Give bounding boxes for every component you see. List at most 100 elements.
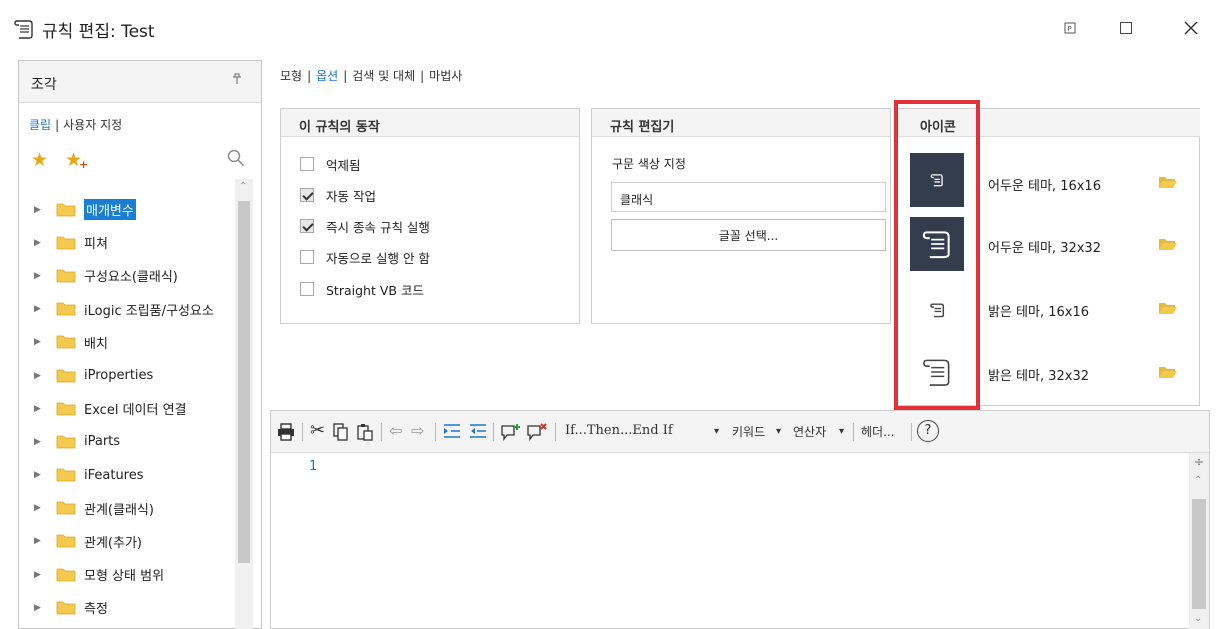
expand-arrow-icon[interactable]: ▶ — [34, 205, 46, 215]
behavior-option-label: 즉시 종속 규칙 실행 — [326, 219, 430, 235]
tree-item[interactable]: ▶ 관계(추가) — [19, 525, 235, 558]
if-then-snippet-button[interactable]: If...Then...End If — [565, 423, 673, 438]
folder-icon — [56, 568, 76, 582]
line-number: 1 — [309, 459, 318, 474]
checkbox[interactable] — [300, 219, 314, 233]
tab-custom[interactable]: 사용자 지정 — [63, 118, 122, 132]
tree-item[interactable]: ▶ 관계(클래식) — [19, 492, 235, 525]
tree-item[interactable]: ▶ 모형 상태 범위 — [19, 558, 235, 591]
paste-icon[interactable] — [357, 423, 373, 441]
maximize-button[interactable] — [1110, 14, 1142, 42]
tab-model[interactable]: 모형 — [280, 69, 302, 83]
outdent-icon[interactable] — [469, 423, 487, 439]
scroll-up-icon[interactable]: ⌃ — [239, 181, 247, 192]
tree-item[interactable]: ▶ iProperties — [19, 359, 235, 392]
add-plus-icon: + — [79, 158, 89, 171]
tree-item-label: iParts — [84, 434, 121, 450]
search-icon[interactable] — [227, 149, 245, 167]
folder-icon — [56, 302, 76, 316]
operators-menu[interactable]: 연산자 — [793, 423, 826, 440]
expand-arrow-icon[interactable]: ▶ — [34, 437, 46, 447]
title-bar: 규칙 편집: Test P — [0, 0, 1223, 58]
expand-arrow-icon[interactable]: ▶ — [34, 503, 46, 513]
tree-item[interactable]: ▶ 배치 — [19, 326, 235, 359]
copy-icon[interactable] — [333, 423, 349, 441]
folder-open-icon[interactable] — [1158, 301, 1178, 315]
select-font-button[interactable]: 글꼴 선택... — [611, 219, 886, 251]
tree-item[interactable]: ▶ Excel 데이터 연결 — [19, 392, 235, 425]
tree-item[interactable]: ▶ iParts — [19, 425, 235, 458]
tab-search-replace[interactable]: 검색 및 대체 — [352, 69, 415, 83]
help-icon[interactable]: ? — [917, 420, 939, 442]
rule-scroll-icon — [14, 20, 33, 39]
tree-item[interactable]: ▶ 피쳐 — [19, 226, 235, 259]
favorites-star-icon[interactable]: ★ — [31, 149, 48, 171]
keywords-menu[interactable]: 키워드 — [732, 423, 765, 440]
expand-arrow-icon[interactable]: ▶ — [34, 470, 46, 480]
tree-scrollbar[interactable]: ⌃ — [235, 179, 253, 629]
comment-add-icon[interactable] — [501, 423, 521, 441]
tree-item[interactable]: ▶ iLogic 조립품/구성요소 — [19, 293, 235, 326]
checkbox[interactable] — [300, 250, 314, 264]
expand-arrow-icon[interactable]: ▶ — [34, 304, 46, 314]
chevron-down-icon[interactable]: ▾ — [776, 426, 781, 437]
icons-highlight-box — [894, 100, 980, 410]
tab-options[interactable]: 옵션 — [316, 69, 338, 83]
code-scrollbar[interactable]: ÷ ⌃ ⌄ — [1189, 453, 1209, 629]
chevron-down-icon[interactable]: ▾ — [714, 426, 719, 437]
checkbox[interactable] — [300, 282, 314, 296]
tab-wizard[interactable]: 마법사 — [429, 69, 462, 83]
scroll-down-icon[interactable]: ⌄ — [1194, 613, 1202, 624]
behavior-option[interactable]: 자동 작업 — [300, 185, 376, 205]
tree-item[interactable]: ▶ 측정 — [19, 591, 235, 624]
expand-arrow-icon[interactable]: ▶ — [34, 271, 46, 281]
tab-clip[interactable]: 클립 — [29, 118, 51, 132]
undo-icon[interactable]: ⇦ — [389, 421, 402, 440]
checkbox[interactable] — [300, 188, 314, 202]
print-icon[interactable] — [277, 423, 295, 441]
expand-arrow-icon[interactable]: ▶ — [34, 603, 46, 613]
snippet-tabs: 클립 | 사용자 지정 — [29, 118, 123, 132]
expand-arrow-icon[interactable]: ▶ — [34, 238, 46, 248]
dark-16-label: 어두운 테마, 16x16 — [988, 179, 1101, 194]
chevron-down-icon[interactable]: ▾ — [839, 426, 844, 437]
tree-scroll-thumb[interactable] — [238, 201, 250, 563]
folder-open-icon[interactable] — [1158, 237, 1178, 251]
tree-item-label: 모형 상태 범위 — [84, 569, 165, 585]
folder-icon — [56, 402, 76, 416]
expand-arrow-icon[interactable]: ▶ — [34, 404, 46, 414]
checkbox[interactable] — [300, 157, 314, 171]
favorites-row: ★ ★ + — [31, 149, 253, 173]
expand-arrow-icon[interactable]: ▶ — [34, 337, 46, 347]
code-editor: ✂ ⇦ ⇨ If...Then...End If ▾ 키워드 ▾ 연산자 ▾ 헤… — [270, 410, 1210, 629]
syntax-color-field[interactable]: 클래식 — [611, 182, 886, 212]
cut-icon[interactable]: ✂ — [310, 420, 325, 441]
dark-32-label: 어두운 테마, 32x32 — [988, 241, 1101, 256]
expand-arrow-icon[interactable]: ▶ — [34, 371, 46, 381]
code-scroll-thumb[interactable] — [1192, 499, 1206, 609]
folder-icon — [56, 501, 76, 515]
expand-arrow-icon[interactable]: ▶ — [34, 536, 46, 546]
behavior-option[interactable]: 즉시 종속 규칙 실행 — [300, 216, 430, 236]
split-icon[interactable]: ÷ — [1194, 455, 1204, 469]
pin-panel-icon[interactable] — [232, 73, 242, 88]
behavior-option[interactable]: 자동으로 실행 안 함 — [300, 247, 430, 267]
pin-window-button[interactable]: P — [1054, 14, 1086, 42]
tree-item[interactable]: ▶ iFeatures — [19, 459, 235, 492]
rule-behavior-group: 이 규칙의 동작 억제됨 자동 작업 즉시 종속 규칙 실행 자동으로 실행 안 함 S… — [280, 108, 580, 324]
indent-icon[interactable] — [443, 423, 461, 439]
folder-open-icon[interactable] — [1158, 365, 1178, 379]
behavior-option[interactable]: Straight VB 코드 — [300, 279, 424, 299]
header-button[interactable]: 헤더... — [861, 423, 895, 440]
scroll-up-icon[interactable]: ⌃ — [1194, 475, 1202, 486]
folder-open-icon[interactable] — [1158, 175, 1178, 189]
behavior-option[interactable]: 억제됨 — [300, 154, 361, 174]
maximize-icon — [1120, 22, 1132, 34]
redo-icon[interactable]: ⇨ — [411, 421, 424, 440]
tree-item[interactable]: ▶ 매개변수 — [19, 193, 235, 226]
tree-item[interactable]: ▶ 구성요소(클래식) — [19, 259, 235, 292]
close-button[interactable] — [1175, 14, 1207, 42]
expand-arrow-icon[interactable]: ▶ — [34, 570, 46, 580]
comment-remove-icon[interactable] — [527, 423, 547, 441]
folder-icon — [56, 269, 76, 283]
